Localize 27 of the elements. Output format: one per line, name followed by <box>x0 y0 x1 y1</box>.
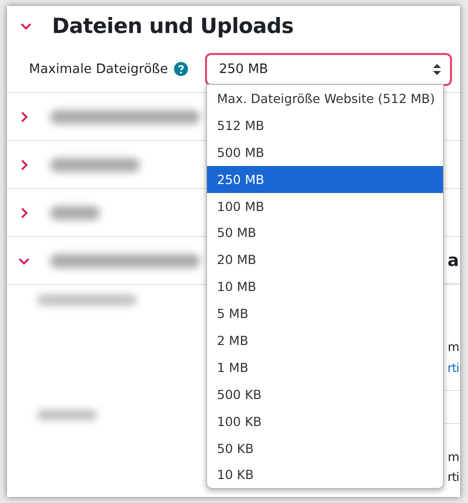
text-fragment: m <box>448 450 459 464</box>
size-select[interactable]: 250 MB <box>205 52 452 86</box>
dropdown-option[interactable]: 50 KB <box>207 434 443 462</box>
field-label: Maximale Dateigröße <box>29 62 169 76</box>
dropdown-option[interactable]: 5 MB <box>207 300 443 328</box>
dropdown-option[interactable]: 250 MB <box>207 166 443 193</box>
dropdown-option[interactable]: 10 MB <box>207 273 443 300</box>
dropdown-option[interactable]: 2 MB <box>207 327 443 354</box>
dropdown-option[interactable]: 512 MB <box>207 112 443 139</box>
blurred-label <box>37 410 97 420</box>
dropdown-option[interactable]: 500 MB <box>207 138 443 166</box>
text-fragment: rti <box>448 361 459 375</box>
help-icon[interactable] <box>174 62 188 76</box>
dropdown-option[interactable]: 1 MB <box>207 354 443 381</box>
sort-arrows-icon <box>433 64 441 74</box>
dropdown-option[interactable]: Max. Dateigröße Website (512 MB) <box>207 85 443 112</box>
text-fragment: rti <box>448 470 459 484</box>
blurred-heading <box>50 206 100 220</box>
text-fragment: a <box>448 250 459 270</box>
text-fragment: m <box>448 340 459 354</box>
dropdown-option[interactable]: 20 MB <box>207 246 443 274</box>
section-title: Dateien und Uploads <box>52 14 294 38</box>
dropdown-option[interactable]: 100 MB <box>207 192 443 220</box>
dropdown-option[interactable]: 10 KB <box>207 461 443 488</box>
dropdown-option[interactable]: 500 KB <box>207 380 443 408</box>
dropdown-option[interactable]: 50 MB <box>207 219 443 246</box>
dropdown-option[interactable]: 100 KB <box>207 408 443 435</box>
